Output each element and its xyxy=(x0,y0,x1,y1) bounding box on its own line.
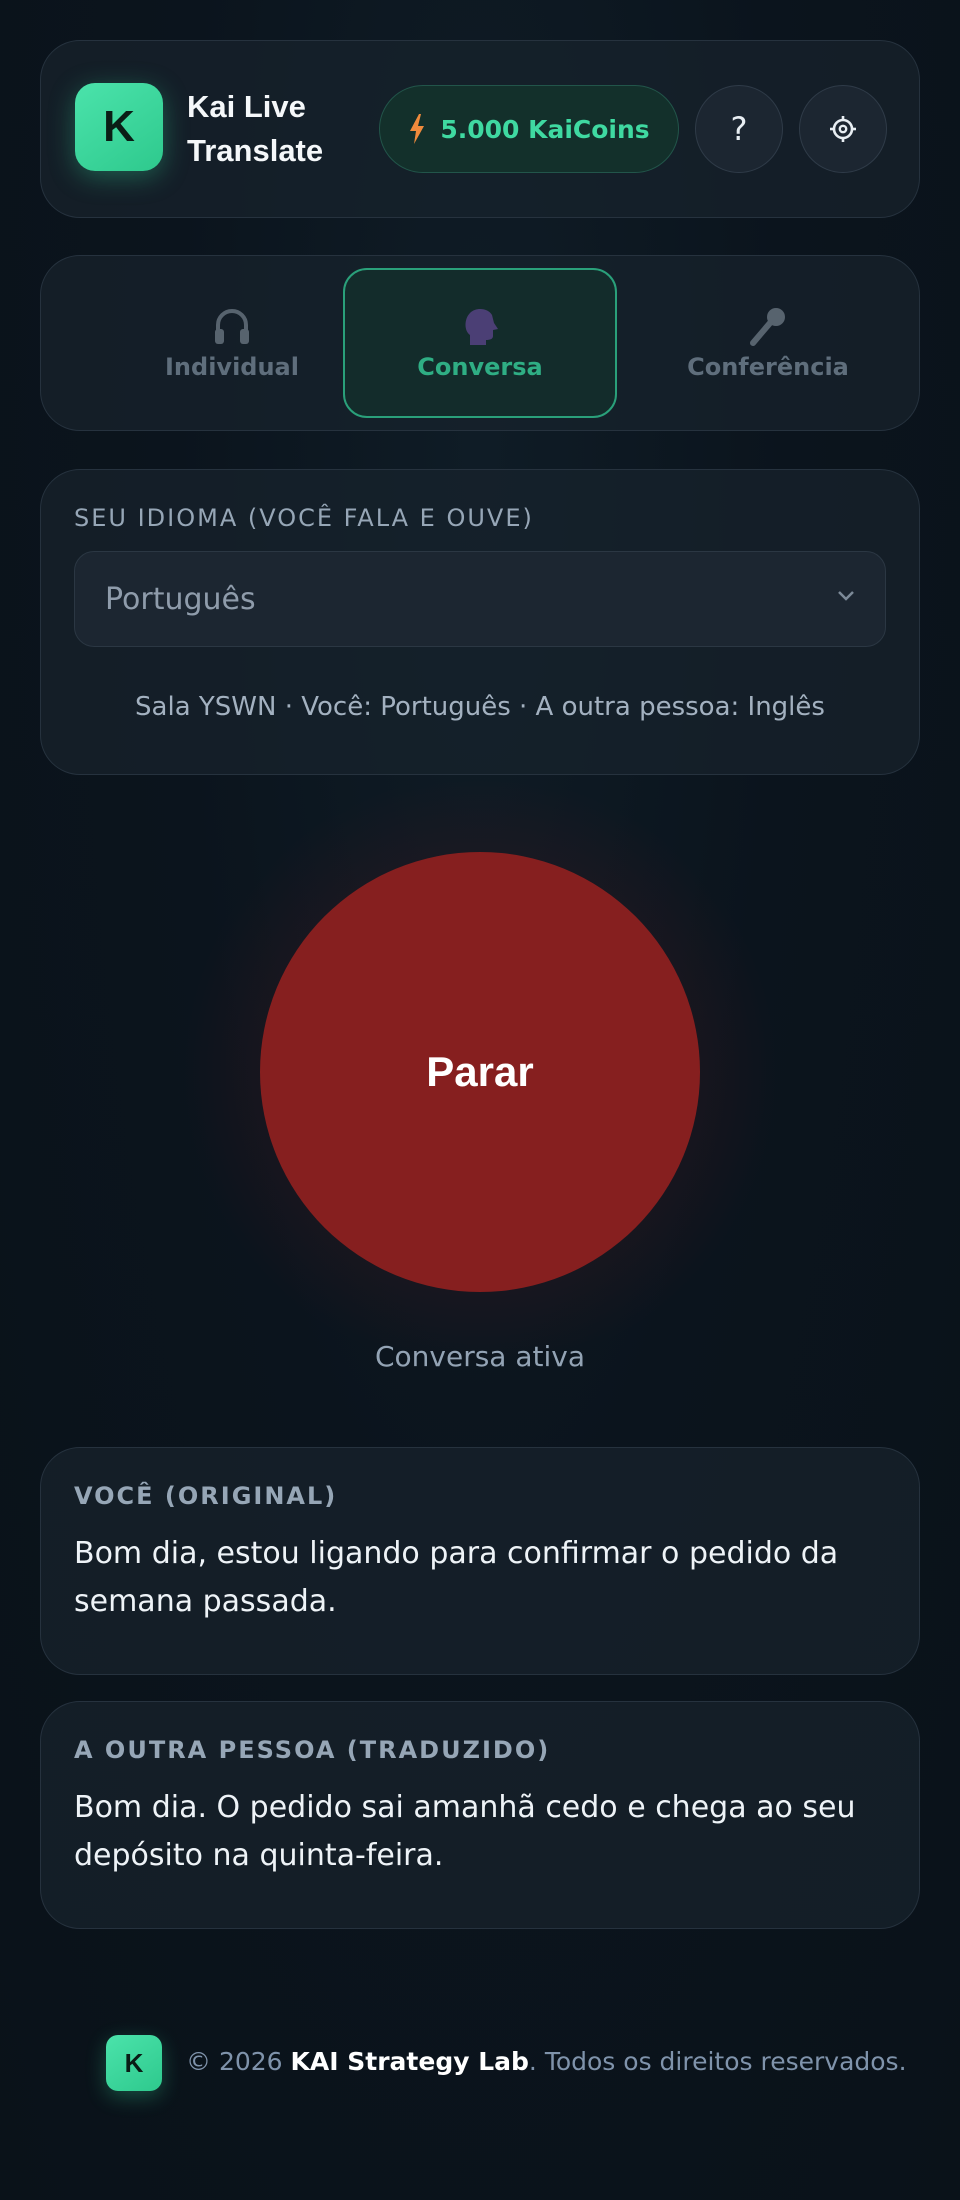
transcript-you-label: VOCÊ (ORIGINAL) xyxy=(74,1482,338,1510)
transcript-other-label: A OUTRA PESSOA (TRADUZIDO) xyxy=(74,1736,551,1764)
app-logo: K xyxy=(75,83,163,171)
microphone-icon xyxy=(750,308,785,346)
footer-rights: . Todos os direitos reservados. xyxy=(528,2047,907,2076)
chevron-down-icon xyxy=(838,591,854,601)
app-title: Kai Live Translate xyxy=(187,89,324,168)
language-select-value: Português xyxy=(105,581,256,617)
app-header: K Kai Live Translate 5.000 KaiCoins ? xyxy=(40,40,920,218)
kaicoins-balance-button[interactable]: 5.000 KaiCoins xyxy=(379,85,679,173)
speaking-head-icon xyxy=(465,309,498,345)
language-panel: SEU IDIOMA (VOCÊ FALA E OUVE) Português … xyxy=(40,469,920,775)
settings-button[interactable] xyxy=(799,85,887,173)
help-icon: ? xyxy=(730,110,748,148)
room-info: Sala YSWN · Você: Português · A outra pe… xyxy=(135,692,825,722)
conversation-status: Conversa ativa xyxy=(374,1340,586,1373)
footer-brand: KAI Strategy Lab xyxy=(290,2047,529,2076)
tab-label: Conversa xyxy=(417,353,543,381)
mode-tabs: Individual Conversa Conferência xyxy=(40,255,920,431)
tab-individual[interactable]: Individual xyxy=(95,268,369,418)
footer-logo: K xyxy=(106,2035,162,2091)
tab-conversa[interactable]: Conversa xyxy=(343,268,617,418)
footer-copyright: © 2026 KAI Strategy Lab. Todos os direit… xyxy=(186,2047,907,2076)
tab-conferencia[interactable]: Conferência xyxy=(631,268,905,418)
help-button[interactable]: ? xyxy=(695,85,783,173)
stop-button[interactable]: Parar xyxy=(260,852,700,1292)
transcript-other-text: Bom dia. O pedido sai amanhã cedo e cheg… xyxy=(74,1790,856,1873)
tab-label: Conferência xyxy=(687,353,849,381)
transcript-you: VOCÊ (ORIGINAL) Bom dia, estou ligando p… xyxy=(40,1447,920,1675)
kaicoins-label: 5.000 KaiCoins xyxy=(440,114,650,144)
language-select[interactable]: Português xyxy=(74,551,886,647)
bolt-icon xyxy=(410,114,425,144)
headphones-icon xyxy=(215,309,249,344)
transcript-you-text: Bom dia, estou ligando para confirmar o … xyxy=(74,1536,839,1619)
gear-icon xyxy=(830,116,856,142)
copyright-year: © 2026 xyxy=(186,2047,291,2076)
language-label: SEU IDIOMA (VOCÊ FALA E OUVE) xyxy=(74,504,534,532)
transcript-other: A OUTRA PESSOA (TRADUZIDO) Bom dia. O pe… xyxy=(40,1701,920,1929)
tab-label: Individual xyxy=(165,353,299,381)
